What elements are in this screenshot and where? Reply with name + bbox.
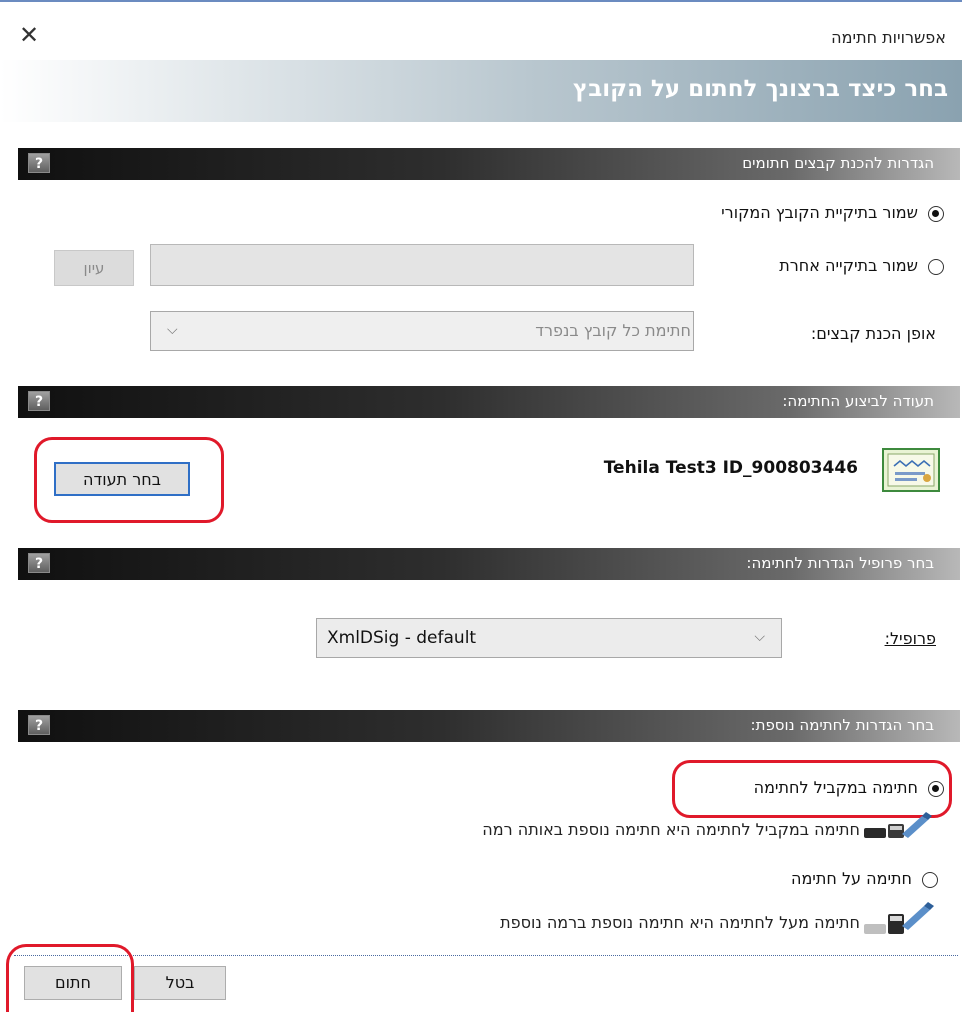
cancel-button[interactable]: בטל [134, 966, 226, 1000]
radio-parallel-signature[interactable] [928, 781, 944, 797]
footer-divider [14, 955, 958, 956]
choose-certificate-button[interactable]: בחר תעודה [54, 462, 190, 496]
help-button[interactable]: ? [28, 715, 50, 735]
help-button[interactable]: ? [28, 553, 50, 573]
window-title: אפשרויות חתימה [831, 28, 946, 47]
file-prep-label: אופן הכנת קבצים: [810, 324, 936, 343]
profile-value: XmlDSig - default [327, 628, 477, 648]
sign-button[interactable]: חתום [24, 966, 122, 1000]
section-header-additional: בחר הגדרות לחתימה נוספת: ? [18, 710, 960, 742]
help-button[interactable]: ? [28, 391, 50, 411]
radio-counter-signature[interactable] [922, 872, 938, 888]
certificate-name: Tehila Test3 ID_900803446 [603, 458, 858, 478]
window-top-border [0, 0, 962, 2]
section-title: הגדרות להכנת קבצים חתומים [742, 154, 934, 172]
save-original-label: שמור בתיקיית הקובץ המקורי [721, 203, 918, 222]
browse-button[interactable]: עיון [54, 250, 134, 286]
counter-signature-label: חתימה על חתימה [790, 869, 912, 888]
parallel-signature-description: חתימה במקביל לחתימה היא חתימה נוספת באות… [482, 820, 860, 839]
section-header-certificate: תעודה לביצוע החתימה: ? [18, 386, 960, 418]
folder-path-input[interactable] [150, 244, 694, 286]
banner-title: בחר כיצד ברצונך לחתום על הקובץ [573, 76, 948, 102]
section-header-profile: בחר פרופיל הגדרות לחתימה: ? [18, 548, 960, 580]
file-prep-select[interactable]: חתימת כל קובץ בנפרד ⌵ [150, 311, 694, 351]
radio-save-other-folder[interactable] [928, 259, 944, 275]
chevron-down-icon: ⌵ [167, 322, 178, 338]
save-other-folder-label: שמור בתיקייה אחרת [779, 256, 918, 275]
parallel-signature-label: חתימה במקביל לחתימה [753, 778, 918, 797]
radio-save-original[interactable] [928, 206, 944, 222]
section-header-prepare: הגדרות להכנת קבצים חתומים ? [18, 148, 960, 180]
section-title: בחר פרופיל הגדרות לחתימה: [746, 554, 934, 572]
section-title: תעודה לביצוע החתימה: [782, 392, 934, 410]
counter-signature-icon [864, 902, 942, 940]
chevron-down-icon: ⌵ [754, 629, 765, 645]
parallel-signature-icon [864, 812, 942, 846]
close-icon[interactable]: ✕ [14, 20, 44, 50]
profile-select[interactable]: XmlDSig - default ⌵ [316, 618, 782, 658]
header-banner: בחר כיצד ברצונך לחתום על הקובץ [0, 60, 962, 122]
file-prep-value: חתימת כל קובץ בנפרד [535, 321, 691, 340]
counter-signature-description: חתימה מעל לחתימה היא חתימה נוספת ברמה נו… [500, 913, 860, 932]
section-title: בחר הגדרות לחתימה נוספת: [750, 716, 934, 734]
help-button[interactable]: ? [28, 153, 50, 173]
certificate-icon [882, 448, 940, 492]
profile-label: פרופיל: [884, 629, 936, 648]
